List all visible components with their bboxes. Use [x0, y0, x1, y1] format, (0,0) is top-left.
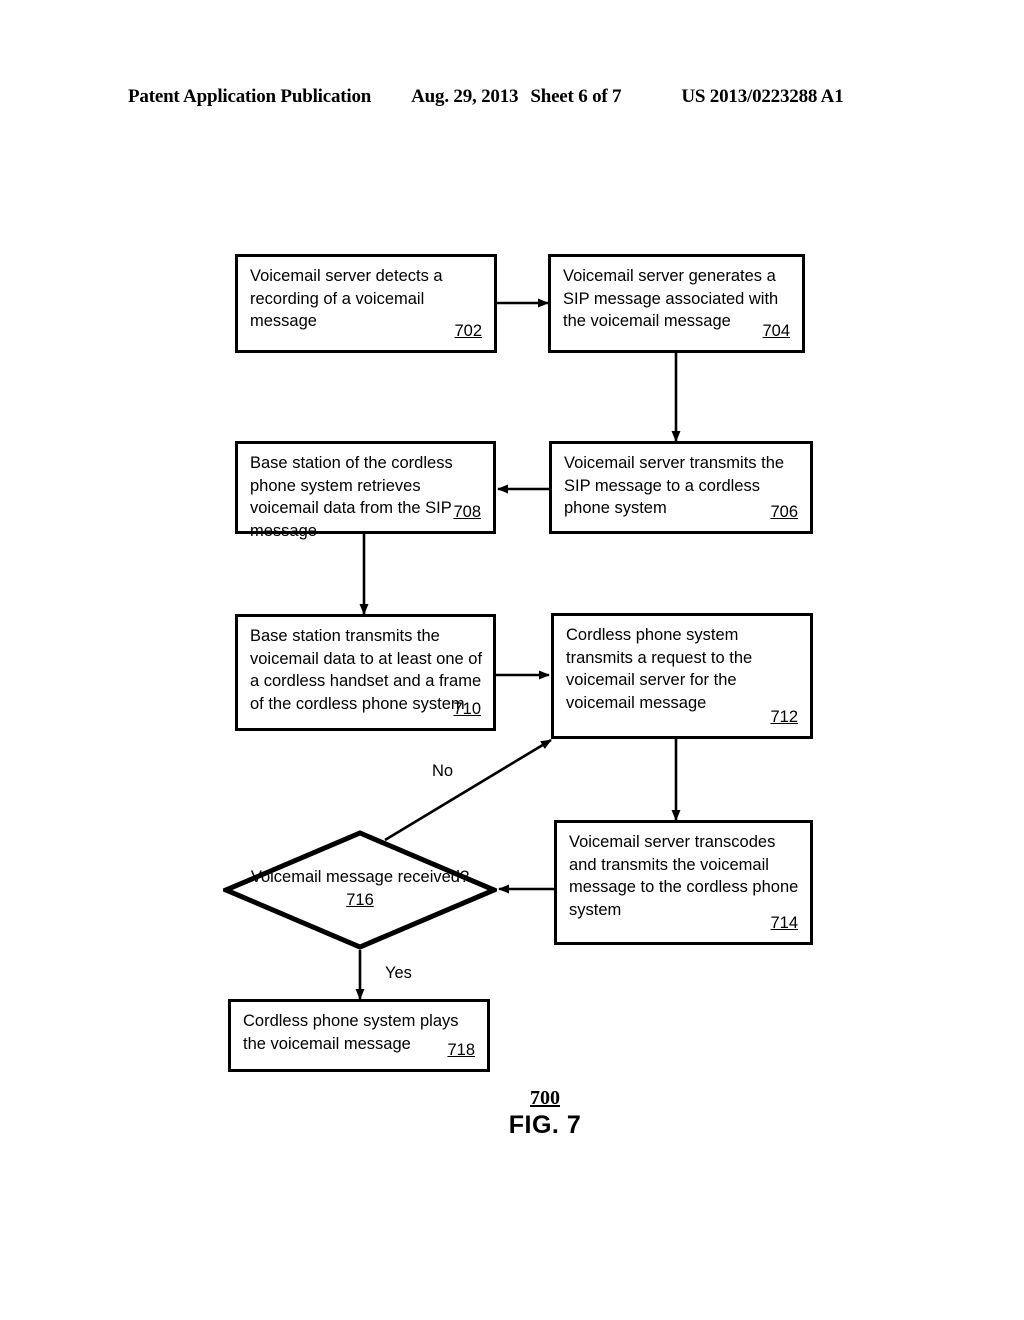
flow-node-716-decision[interactable]: Voicemail message received? 716	[223, 830, 497, 950]
edge-label-no: No	[432, 762, 454, 780]
flow-node-702-text: Voicemail server detects a recording of …	[250, 267, 443, 331]
flow-node-712-ref: 712	[770, 708, 798, 727]
flow-node-708[interactable]: Base station of the cordless phone syste…	[235, 441, 496, 540]
flow-node-716-label: Voicemail message received? 716	[223, 866, 497, 911]
figure-label: FIG. 7	[508, 1111, 582, 1139]
figure-caption: 700 FIG. 7	[470, 1086, 620, 1141]
flow-node-712-text: Cordless phone system transmits a reques…	[566, 626, 753, 712]
flow-node-704[interactable]: Voicemail server generates a SIP message…	[548, 254, 805, 353]
flow-node-704-ref: 704	[762, 322, 790, 341]
flow-node-716-ref: 716	[346, 890, 374, 909]
flow-node-702[interactable]: Voicemail server detects a recording of …	[235, 254, 497, 353]
flow-node-708-ref: 708	[453, 503, 481, 522]
flow-node-714-text: Voicemail server transcodes and transmit…	[569, 833, 799, 919]
flow-node-702-ref: 702	[454, 322, 482, 341]
flow-node-710[interactable]: Base station transmits the voicemail dat…	[235, 614, 496, 731]
edge-label-yes: Yes	[385, 964, 412, 982]
flow-node-716-text: Voicemail message received?	[250, 868, 470, 886]
flow-node-708-text: Base station of the cordless phone syste…	[250, 454, 453, 540]
flow-node-706-ref: 706	[770, 503, 798, 522]
flow-node-718[interactable]: Cordless phone system plays the voicemai…	[228, 999, 490, 1072]
figure-number: 700	[530, 1087, 560, 1109]
edge-716-no-to-712	[384, 738, 552, 842]
flow-node-706[interactable]: Voicemail server transmits the SIP messa…	[549, 441, 813, 534]
flow-node-704-text: Voicemail server generates a SIP message…	[563, 267, 779, 331]
flow-node-710-text: Base station transmits the voicemail dat…	[250, 627, 483, 713]
flow-node-706-text: Voicemail server transmits the SIP messa…	[564, 454, 785, 518]
flow-node-714[interactable]: Voicemail server transcodes and transmit…	[554, 820, 813, 945]
flow-node-718-ref: 718	[447, 1041, 475, 1060]
flow-node-718-text: Cordless phone system plays the voicemai…	[243, 1012, 459, 1053]
flow-node-712[interactable]: Cordless phone system transmits a reques…	[551, 613, 813, 739]
flow-node-710-ref: 710	[453, 700, 481, 719]
flow-node-714-ref: 714	[770, 914, 798, 933]
